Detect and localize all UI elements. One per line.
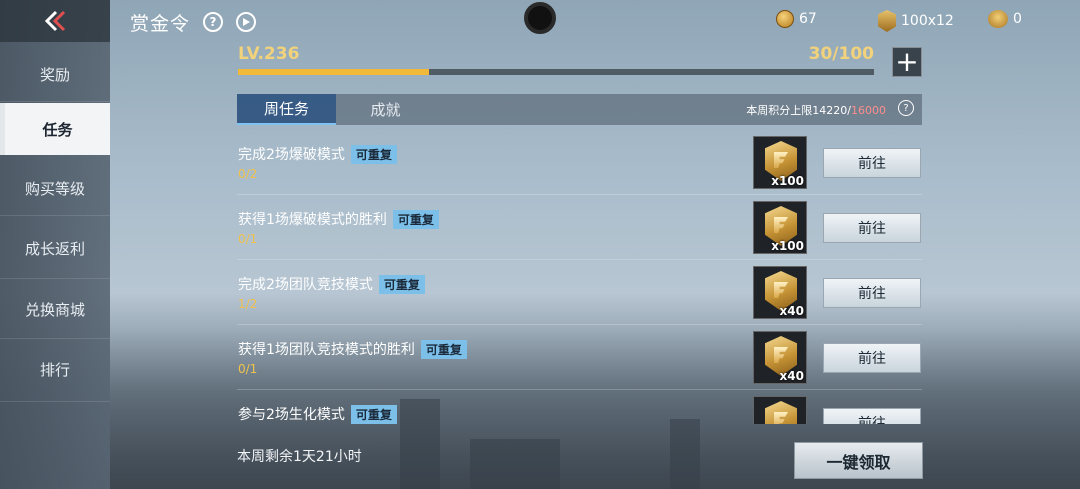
play-circle-icon[interactable] [236,12,256,32]
gold-badge-icon [878,10,896,32]
double-chevron-left-icon [44,10,66,32]
currency-ticket: 0 [988,10,1022,28]
task-row: 完成2场团队竞技模式 可重复 1/2 x40 前往 [237,260,922,325]
currency-badge: 100x12 [878,10,954,32]
go-button[interactable]: 前往 [823,343,921,373]
sidebar-item-label: 成长返利 [24,239,85,258]
tab-label: 成就 [370,101,401,119]
sidebar-item-tasks[interactable]: 任务 [0,103,110,155]
task-row: 参与2场生化模式 可重复 前往 [237,390,922,424]
tab-weekly-tasks[interactable]: 周任务 [237,94,336,125]
sidebar-item-exchange-shop[interactable]: 兑换商城 [0,283,110,335]
ticket-icon [988,10,1008,28]
reward-item[interactable] [753,396,807,424]
weekly-limit-max: 16000 [851,104,886,117]
currency-gold: 67 [776,10,817,28]
tab-bar: 周任务 成就 本周积分上限14220/16000 ? [237,94,922,125]
repeatable-tag: 可重复 [392,209,439,229]
question-circle-icon[interactable]: ? [898,100,914,116]
currency-value: 100x12 [901,13,954,29]
task-row: 获得1场爆破模式的胜利 可重复 0/1 x100 前往 [237,195,922,260]
divider [0,101,110,102]
task-progress: 0/1 [238,232,258,246]
task-progress: 1/2 [238,297,258,311]
weekly-limit-prefix: 本周积分上限 [746,104,813,117]
task-list[interactable]: 完成2场爆破模式 可重复 0/2 x100 前往 获得1场爆破模式的胜利 可重复 0… [237,130,922,424]
level-progress-fill [238,69,429,75]
repeatable-tag: 可重复 [350,404,397,424]
weekly-limit-current: 14220 [812,104,848,117]
reward-item[interactable]: x100 [753,136,807,189]
repeatable-tag: 可重复 [350,144,397,164]
reward-quantity: x100 [771,174,804,188]
level-label: LV.236 [238,44,300,64]
reward-quantity: x100 [771,239,804,253]
divider [0,401,110,402]
camera-cutout [524,2,556,34]
task-name: 完成2场爆破模式 [238,147,345,163]
reward-quantity: x40 [779,369,804,383]
back-button[interactable] [0,0,110,42]
sidebar-item-buy-level[interactable]: 购买等级 [0,162,110,214]
reward-item[interactable]: x40 [753,331,807,384]
go-button[interactable]: 前往 [823,148,921,178]
go-button[interactable]: 前往 [823,213,921,243]
task-row: 获得1场团队竞技模式的胜利 可重复 0/1 x40 前往 [237,325,922,390]
reward-item[interactable]: x40 [753,266,807,319]
sidebar-item-growth-rebate[interactable]: 成长返利 [0,222,110,274]
go-button[interactable]: 前往 [823,408,921,424]
gold-badge-icon [765,401,797,424]
remaining-time: 本周剩余1天21小时 [237,449,362,465]
task-progress: 0/2 [238,167,258,181]
sidebar: 奖励 任务 购买等级 成长返利 兑换商城 排行 [0,0,110,489]
task-name: 获得1场爆破模式的胜利 [238,212,387,228]
repeatable-tag: 可重复 [420,339,467,359]
add-level-button[interactable]: + [892,47,922,77]
divider [0,215,110,216]
question-circle-icon[interactable]: ? [203,12,223,32]
sidebar-item-label: 购买等级 [24,179,85,198]
level-progress-bar [238,69,874,75]
weekly-points-limit: 本周积分上限14220/16000 [746,102,886,118]
repeatable-tag: 可重复 [378,274,425,294]
reward-item[interactable]: x100 [753,201,807,254]
sidebar-item-label: 排行 [39,360,70,379]
task-name: 完成2场团队竞技模式 [238,277,373,293]
page-title: 赏金令 [130,13,191,35]
sidebar-item-label: 任务 [42,120,73,139]
sidebar-item-label: 奖励 [39,65,70,84]
currency-value: 0 [1013,11,1022,27]
task-name: 参与2场生化模式 [238,407,345,423]
divider [0,278,110,279]
go-button[interactable]: 前往 [823,278,921,308]
task-row: 完成2场爆破模式 可重复 0/2 x100 前往 [237,130,922,195]
reward-quantity: x40 [779,304,804,318]
sidebar-item-ranking[interactable]: 排行 [0,343,110,395]
plus-icon: + [895,45,919,78]
task-progress: 0/1 [238,362,258,376]
divider [0,338,110,339]
tab-label: 周任务 [263,100,309,118]
task-name: 获得1场团队竞技模式的胜利 [238,342,415,358]
gold-coin-icon [776,10,794,28]
sidebar-item-label: 兑换商城 [24,300,85,319]
claim-all-button[interactable]: 一键领取 [794,442,923,479]
sidebar-item-rewards[interactable]: 奖励 [0,48,110,100]
currency-value: 67 [799,11,817,27]
level-progress-text: 30/100 [808,44,874,64]
tab-achievements[interactable]: 成就 [336,94,435,125]
